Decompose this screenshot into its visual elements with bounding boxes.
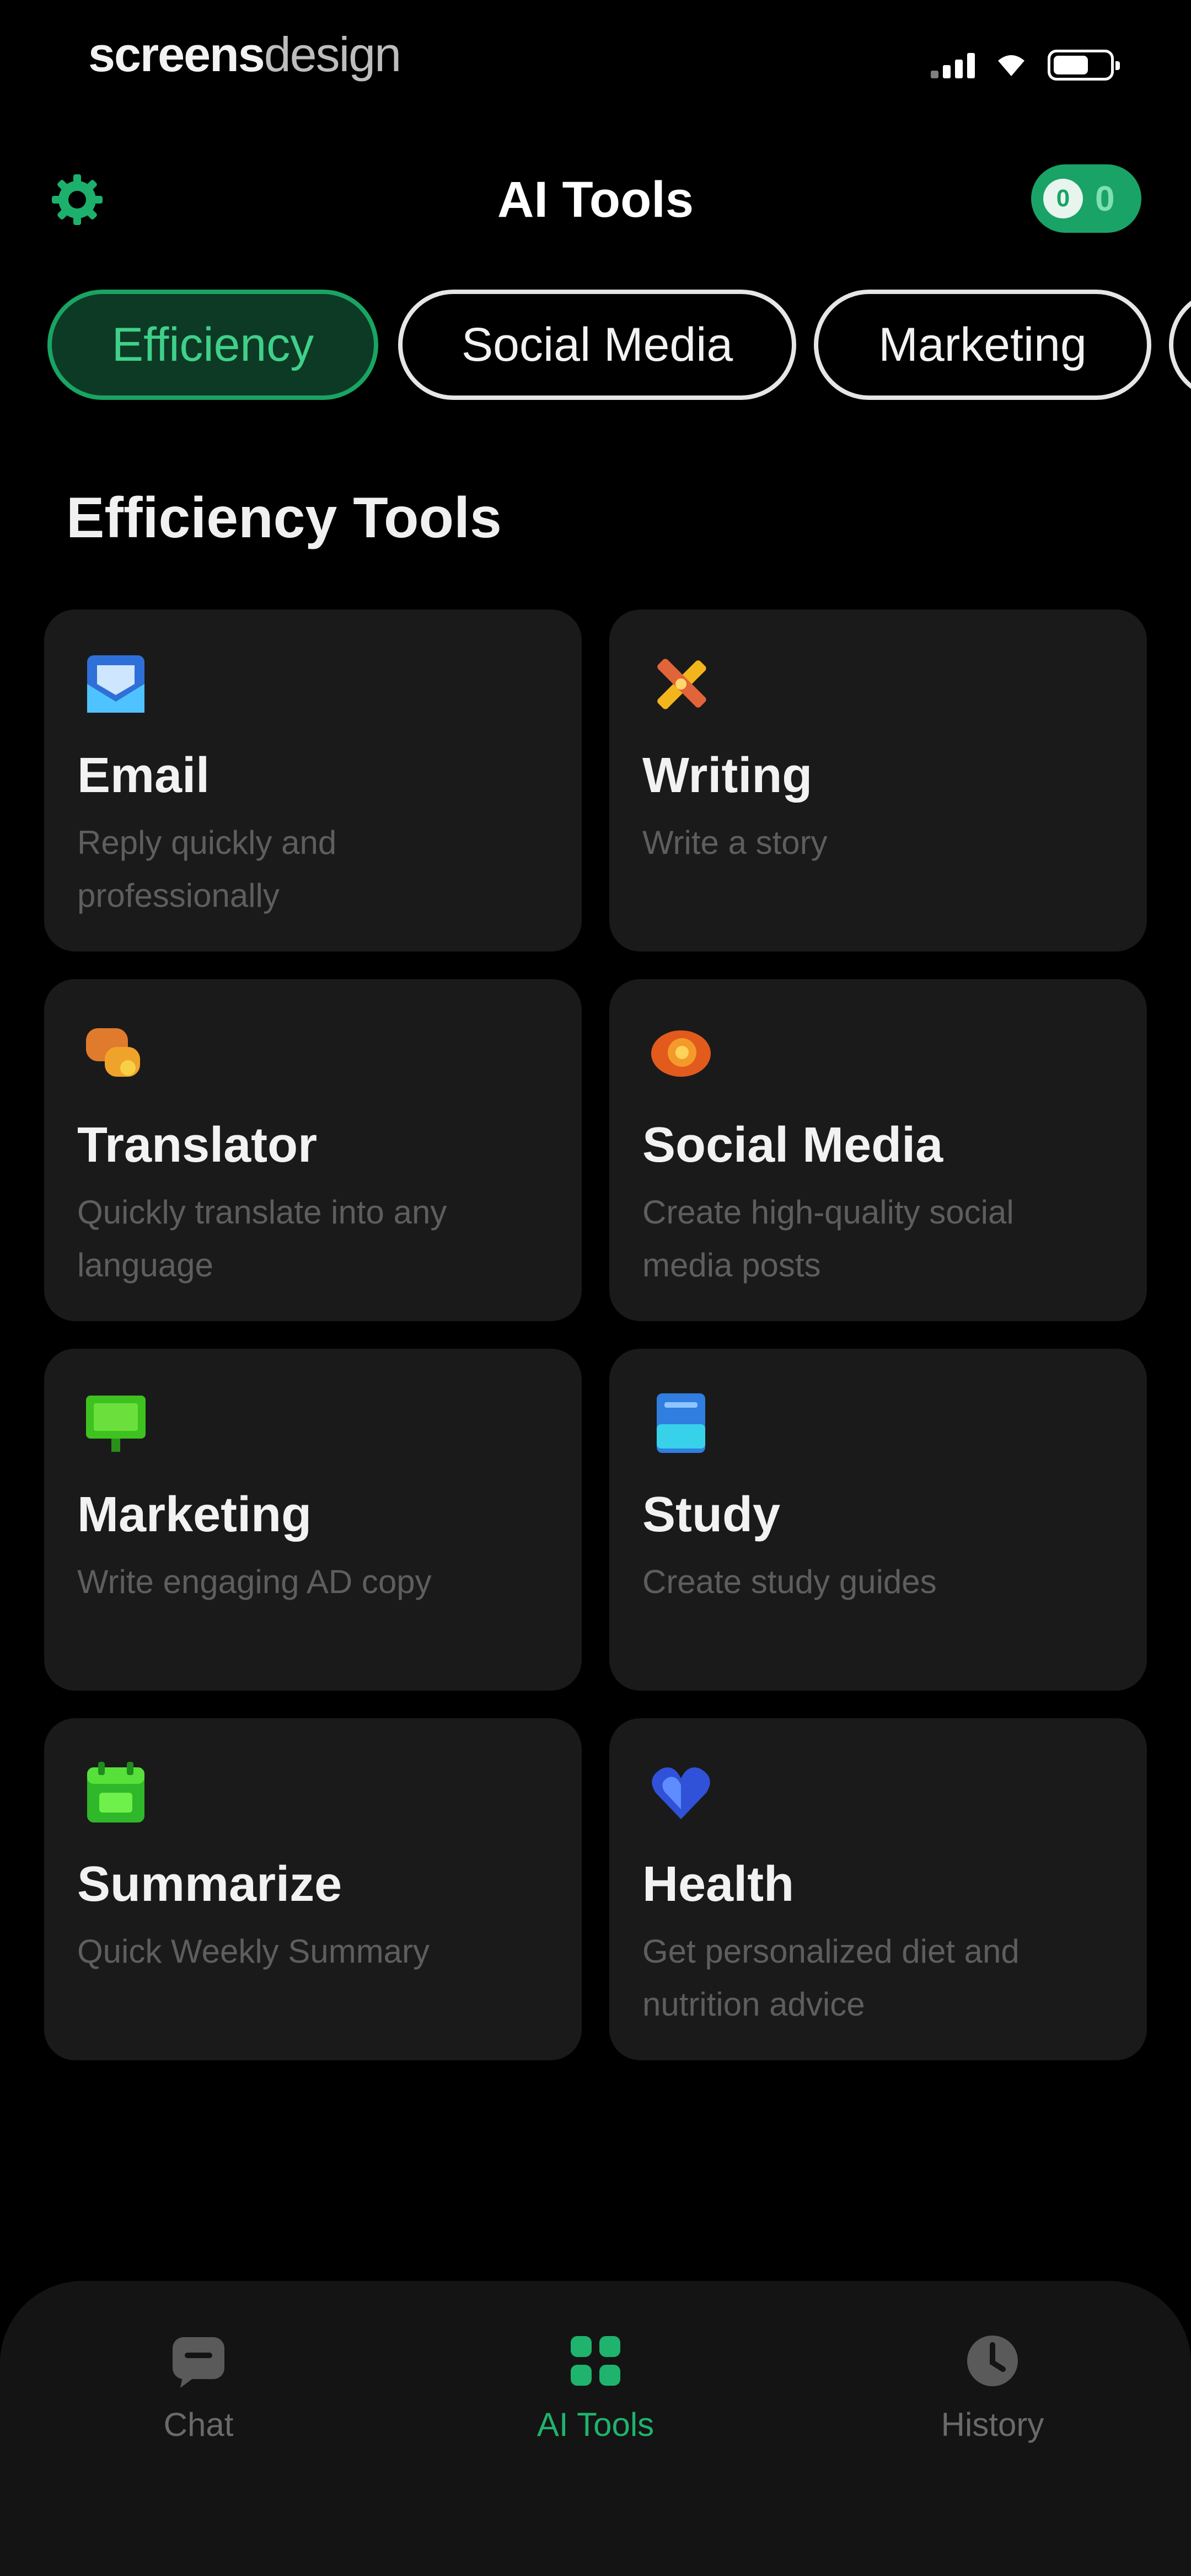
- tool-title: Writing: [642, 748, 813, 803]
- tab-efficiency[interactable]: Efficiency: [47, 290, 378, 400]
- tab-social-media[interactable]: Social Media: [398, 290, 796, 400]
- grid-icon: [565, 2331, 626, 2391]
- social-icon: [648, 1020, 714, 1087]
- coin-icon: 0: [1043, 179, 1083, 218]
- pencil-icon: [648, 651, 714, 717]
- email-icon: [83, 651, 149, 717]
- tool-title: Summarize: [77, 1857, 342, 1912]
- tool-card-translator[interactable]: Translator Quickly translate into any la…: [44, 979, 582, 1321]
- tool-card-health[interactable]: Health Get personalized diet and nutriti…: [609, 1718, 1147, 2060]
- tab-marketing[interactable]: Marketing: [814, 290, 1151, 400]
- nav-chat[interactable]: Chat: [99, 2331, 298, 2444]
- credits-button[interactable]: 0 0: [1031, 164, 1141, 233]
- section-title: Efficiency Tools: [66, 486, 502, 550]
- status-bar: screensdesign: [0, 0, 1191, 110]
- header: AI Tools 0 0: [0, 149, 1191, 248]
- nav-label: Chat: [163, 2406, 234, 2443]
- tool-description: Write engaging AD copy: [77, 1563, 432, 1600]
- category-tabs: Efficiency Social Media Marketing: [47, 290, 1191, 400]
- tool-description: Create high-quality social media posts: [642, 1194, 1014, 1284]
- watermark-light: design: [264, 27, 401, 82]
- watermark-bold: screens: [88, 27, 265, 82]
- tool-description: Write a story: [642, 824, 828, 861]
- calendar-icon: [83, 1760, 149, 1826]
- signal-icon: [931, 52, 975, 78]
- nav-label: History: [941, 2406, 1044, 2443]
- tool-card-writing[interactable]: Writing Write a story: [609, 610, 1147, 952]
- billboard-icon: [83, 1390, 149, 1456]
- tool-title: Translator: [77, 1118, 318, 1173]
- translate-icon: [83, 1020, 149, 1087]
- tool-card-summarize[interactable]: Summarize Quick Weekly Summary: [44, 1718, 582, 2060]
- tool-card-marketing[interactable]: Marketing Write engaging AD copy: [44, 1349, 582, 1691]
- nav-label: AI Tools: [537, 2406, 654, 2443]
- tool-card-study[interactable]: Study Create study guides: [609, 1349, 1147, 1691]
- tool-title: Study: [642, 1487, 781, 1542]
- tool-title: Marketing: [77, 1487, 312, 1542]
- tool-description: Quick Weekly Summary: [77, 1933, 430, 1970]
- page-title: AI Tools: [497, 172, 694, 228]
- tool-description: Quickly translate into any language: [77, 1194, 447, 1284]
- watermark: screensdesign: [88, 26, 401, 83]
- book-icon: [648, 1390, 714, 1456]
- clock-icon: [962, 2331, 1023, 2391]
- tool-title: Social Media: [642, 1118, 943, 1173]
- nav-history[interactable]: History: [893, 2331, 1092, 2444]
- wifi-icon: [998, 55, 1024, 76]
- tool-description: Get personalized diet and nutrition advi…: [642, 1933, 1020, 2023]
- tool-title: Email: [77, 748, 210, 803]
- tool-card-social-media[interactable]: Social Media Create high-quality social …: [609, 979, 1147, 1321]
- bottom-nav: Chat AI Tools History: [0, 2281, 1191, 2576]
- tool-description: Create study guides: [642, 1563, 937, 1600]
- tab-more[interactable]: [1169, 290, 1191, 400]
- chat-icon: [168, 2331, 229, 2391]
- tool-title: Health: [642, 1857, 795, 1912]
- nav-ai-tools[interactable]: AI Tools: [496, 2331, 695, 2444]
- tool-card-email[interactable]: Email Reply quickly and professionally: [44, 610, 582, 952]
- credits-count: 0: [1095, 179, 1115, 218]
- status-icons: [931, 50, 1120, 81]
- battery-icon: [1048, 50, 1120, 81]
- heart-icon: [648, 1760, 714, 1826]
- tool-description: Reply quickly and professionally: [77, 824, 337, 914]
